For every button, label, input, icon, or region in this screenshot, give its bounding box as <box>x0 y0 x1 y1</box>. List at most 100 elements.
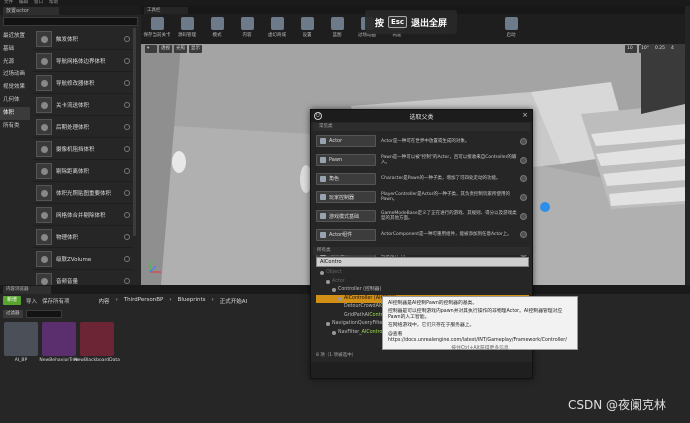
place-actors-search-input[interactable] <box>3 17 138 26</box>
viewport-menu-button[interactable]: ▾ <box>145 45 157 53</box>
actor-item[interactable]: 网格体合并剔除体积 <box>33 204 133 226</box>
info-icon[interactable] <box>124 79 130 86</box>
expand-icon[interactable] <box>332 330 336 335</box>
save-level-button[interactable]: 保存当前关卡 <box>143 16 171 42</box>
scale-snap-button[interactable]: 0.25 <box>652 45 667 53</box>
category-visual-effects[interactable]: 视觉效果 <box>0 81 30 94</box>
common-classes-header[interactable]: 常见类 <box>313 123 530 131</box>
expand-icon[interactable] <box>332 288 336 293</box>
import-button[interactable]: 导入 <box>26 297 37 305</box>
actor-item[interactable]: 摄像机阻挡体积 <box>33 138 133 160</box>
breadcrumb-content[interactable]: 内容 <box>99 297 110 305</box>
blueprint-thumbnail <box>4 322 38 356</box>
class-button-pawn[interactable]: Pawn <box>316 154 376 167</box>
fullscreen-exit-hint: 按 Esc 退出全屏 <box>365 10 457 34</box>
add-new-button[interactable]: 新增 <box>3 296 22 305</box>
content-button[interactable]: 内容 <box>233 16 261 42</box>
info-icon[interactable] <box>520 212 527 220</box>
volume-icon <box>36 96 52 113</box>
breadcrumb-blueprints[interactable]: Blueprints <box>178 297 206 305</box>
class-button-actor[interactable]: Actor <box>316 135 376 148</box>
content-browser-tab[interactable]: 内容浏览器 <box>3 285 51 294</box>
category-basic[interactable]: 基础 <box>0 43 30 56</box>
expand-icon[interactable] <box>320 271 324 276</box>
place-actors-panel: 放置actor 最近放置 基础 光源 过场动画 视觉效果 几何体 体积 所有类 … <box>0 6 141 292</box>
asset-behavior-tree[interactable]: NewBehaviorTree <box>39 322 79 364</box>
actor-item[interactable]: 物理体积 <box>33 226 133 248</box>
info-icon[interactable] <box>520 231 527 239</box>
actor-item[interactable]: 触发体积 <box>33 28 133 50</box>
actor-item[interactable]: 导航网格体边界体积 <box>33 50 133 72</box>
lit-button[interactable]: 光照 <box>174 45 187 53</box>
place-actors-tab[interactable]: 放置actor <box>3 6 59 15</box>
marketplace-button[interactable]: 虚幻商城 <box>263 16 291 42</box>
info-icon[interactable] <box>520 175 527 183</box>
tooltip-docs-link[interactable]: @查看 https://docs.unrealengine.com/latest… <box>388 332 572 344</box>
actor-item[interactable]: 关卡流送体积 <box>33 94 133 116</box>
category-cinematic[interactable]: 过场动画 <box>0 68 30 81</box>
info-icon[interactable] <box>520 156 527 164</box>
grid-snap-button[interactable]: 10 <box>624 45 637 53</box>
camera-speed-button[interactable]: 4 <box>669 45 681 53</box>
class-button-player-controller[interactable]: 玩家控制器 <box>316 191 376 204</box>
info-icon[interactable] <box>520 137 527 145</box>
close-icon[interactable]: × <box>522 111 528 119</box>
save-all-button[interactable]: 保存所有项 <box>42 297 70 305</box>
actor-item[interactable]: 级联ZVolume <box>33 248 133 270</box>
actor-list-scrollbar[interactable] <box>133 28 136 236</box>
asset-blackboard[interactable]: NewBlackboardData <box>74 322 120 364</box>
info-icon[interactable] <box>520 193 527 201</box>
asset-search-input[interactable] <box>25 309 62 318</box>
info-icon[interactable] <box>124 211 130 218</box>
class-button-actor-component[interactable]: Actor组件 <box>316 228 376 241</box>
settings-button[interactable]: 设置 <box>293 16 321 42</box>
expand-icon[interactable] <box>326 279 330 284</box>
info-icon[interactable] <box>124 277 130 284</box>
info-icon[interactable] <box>124 145 130 152</box>
info-icon[interactable] <box>124 123 130 130</box>
category-recent[interactable]: 最近放置 <box>0 30 30 43</box>
filters-button[interactable]: 过滤器 <box>3 309 23 318</box>
class-search-input[interactable]: AIContro <box>316 257 529 267</box>
breadcrumb-thirdpersonbp[interactable]: ThirdPersonBP <box>124 297 164 305</box>
asset-ai-bp[interactable]: AI_BP <box>4 322 38 364</box>
expand-icon[interactable] <box>326 322 330 327</box>
info-icon[interactable] <box>124 255 130 262</box>
info-icon[interactable] <box>124 57 130 64</box>
launch-button[interactable]: 启动 <box>497 16 525 42</box>
source-control-button[interactable]: 源码管理 <box>173 16 201 42</box>
tree-node-controller[interactable]: Controller (控制器) <box>316 286 529 295</box>
category-geometry[interactable]: 几何体 <box>0 94 30 107</box>
actor-item[interactable]: 剔除距离体积 <box>33 160 133 182</box>
perspective-button[interactable]: 透视 <box>159 45 172 53</box>
actor-item[interactable]: 体积光照贴图重要体积 <box>33 182 133 204</box>
expand-icon[interactable] <box>338 296 342 301</box>
info-icon[interactable] <box>124 35 130 42</box>
blueprints-button[interactable]: 蓝图 <box>323 16 351 42</box>
info-icon[interactable] <box>124 167 130 174</box>
breadcrumb-ai-folder[interactable]: 正式开始AI <box>220 297 247 305</box>
tooltip-line: 控制器是可以控制游戏内pawn并对其执行操作的非物理Actor。AI控制器管理对… <box>388 309 563 320</box>
modes-button[interactable]: 模式 <box>203 16 231 42</box>
rotation-snap-button[interactable]: 10° <box>638 45 651 53</box>
class-button-character[interactable]: 角色 <box>316 172 376 185</box>
category-all-classes[interactable]: 所有类 <box>0 120 30 133</box>
actor-item[interactable]: 后期处理体积 <box>33 116 133 138</box>
watermark: CSDN @夜阑克林 <box>568 398 667 412</box>
info-icon[interactable] <box>124 101 130 108</box>
category-volumes[interactable]: 体积 <box>0 106 30 120</box>
tree-node-actor[interactable]: Actor <box>316 278 529 287</box>
info-icon[interactable] <box>124 233 130 240</box>
asset-grid: AI_BP NewBehaviorTree NewBlackboardData <box>4 322 120 364</box>
volume-icon <box>36 118 52 135</box>
volume-icon <box>36 30 52 47</box>
category-lights[interactable]: 光源 <box>0 56 30 69</box>
actor-list: 触发体积 导航网格体边界体积 导航修改器体积 关卡流送体积 后期处理体积 摄像机… <box>33 28 133 292</box>
all-classes-header[interactable]: 所有类 <box>313 247 530 255</box>
info-icon[interactable] <box>124 189 130 196</box>
tree-node-object[interactable]: Object <box>316 269 529 278</box>
class-button-game-mode-base[interactable]: 游戏模式基础 <box>316 210 376 223</box>
show-button[interactable]: 显示 <box>189 45 202 53</box>
toolbar-tab[interactable]: 工具栏 <box>144 6 188 14</box>
actor-item[interactable]: 导航修改器体积 <box>33 72 133 94</box>
